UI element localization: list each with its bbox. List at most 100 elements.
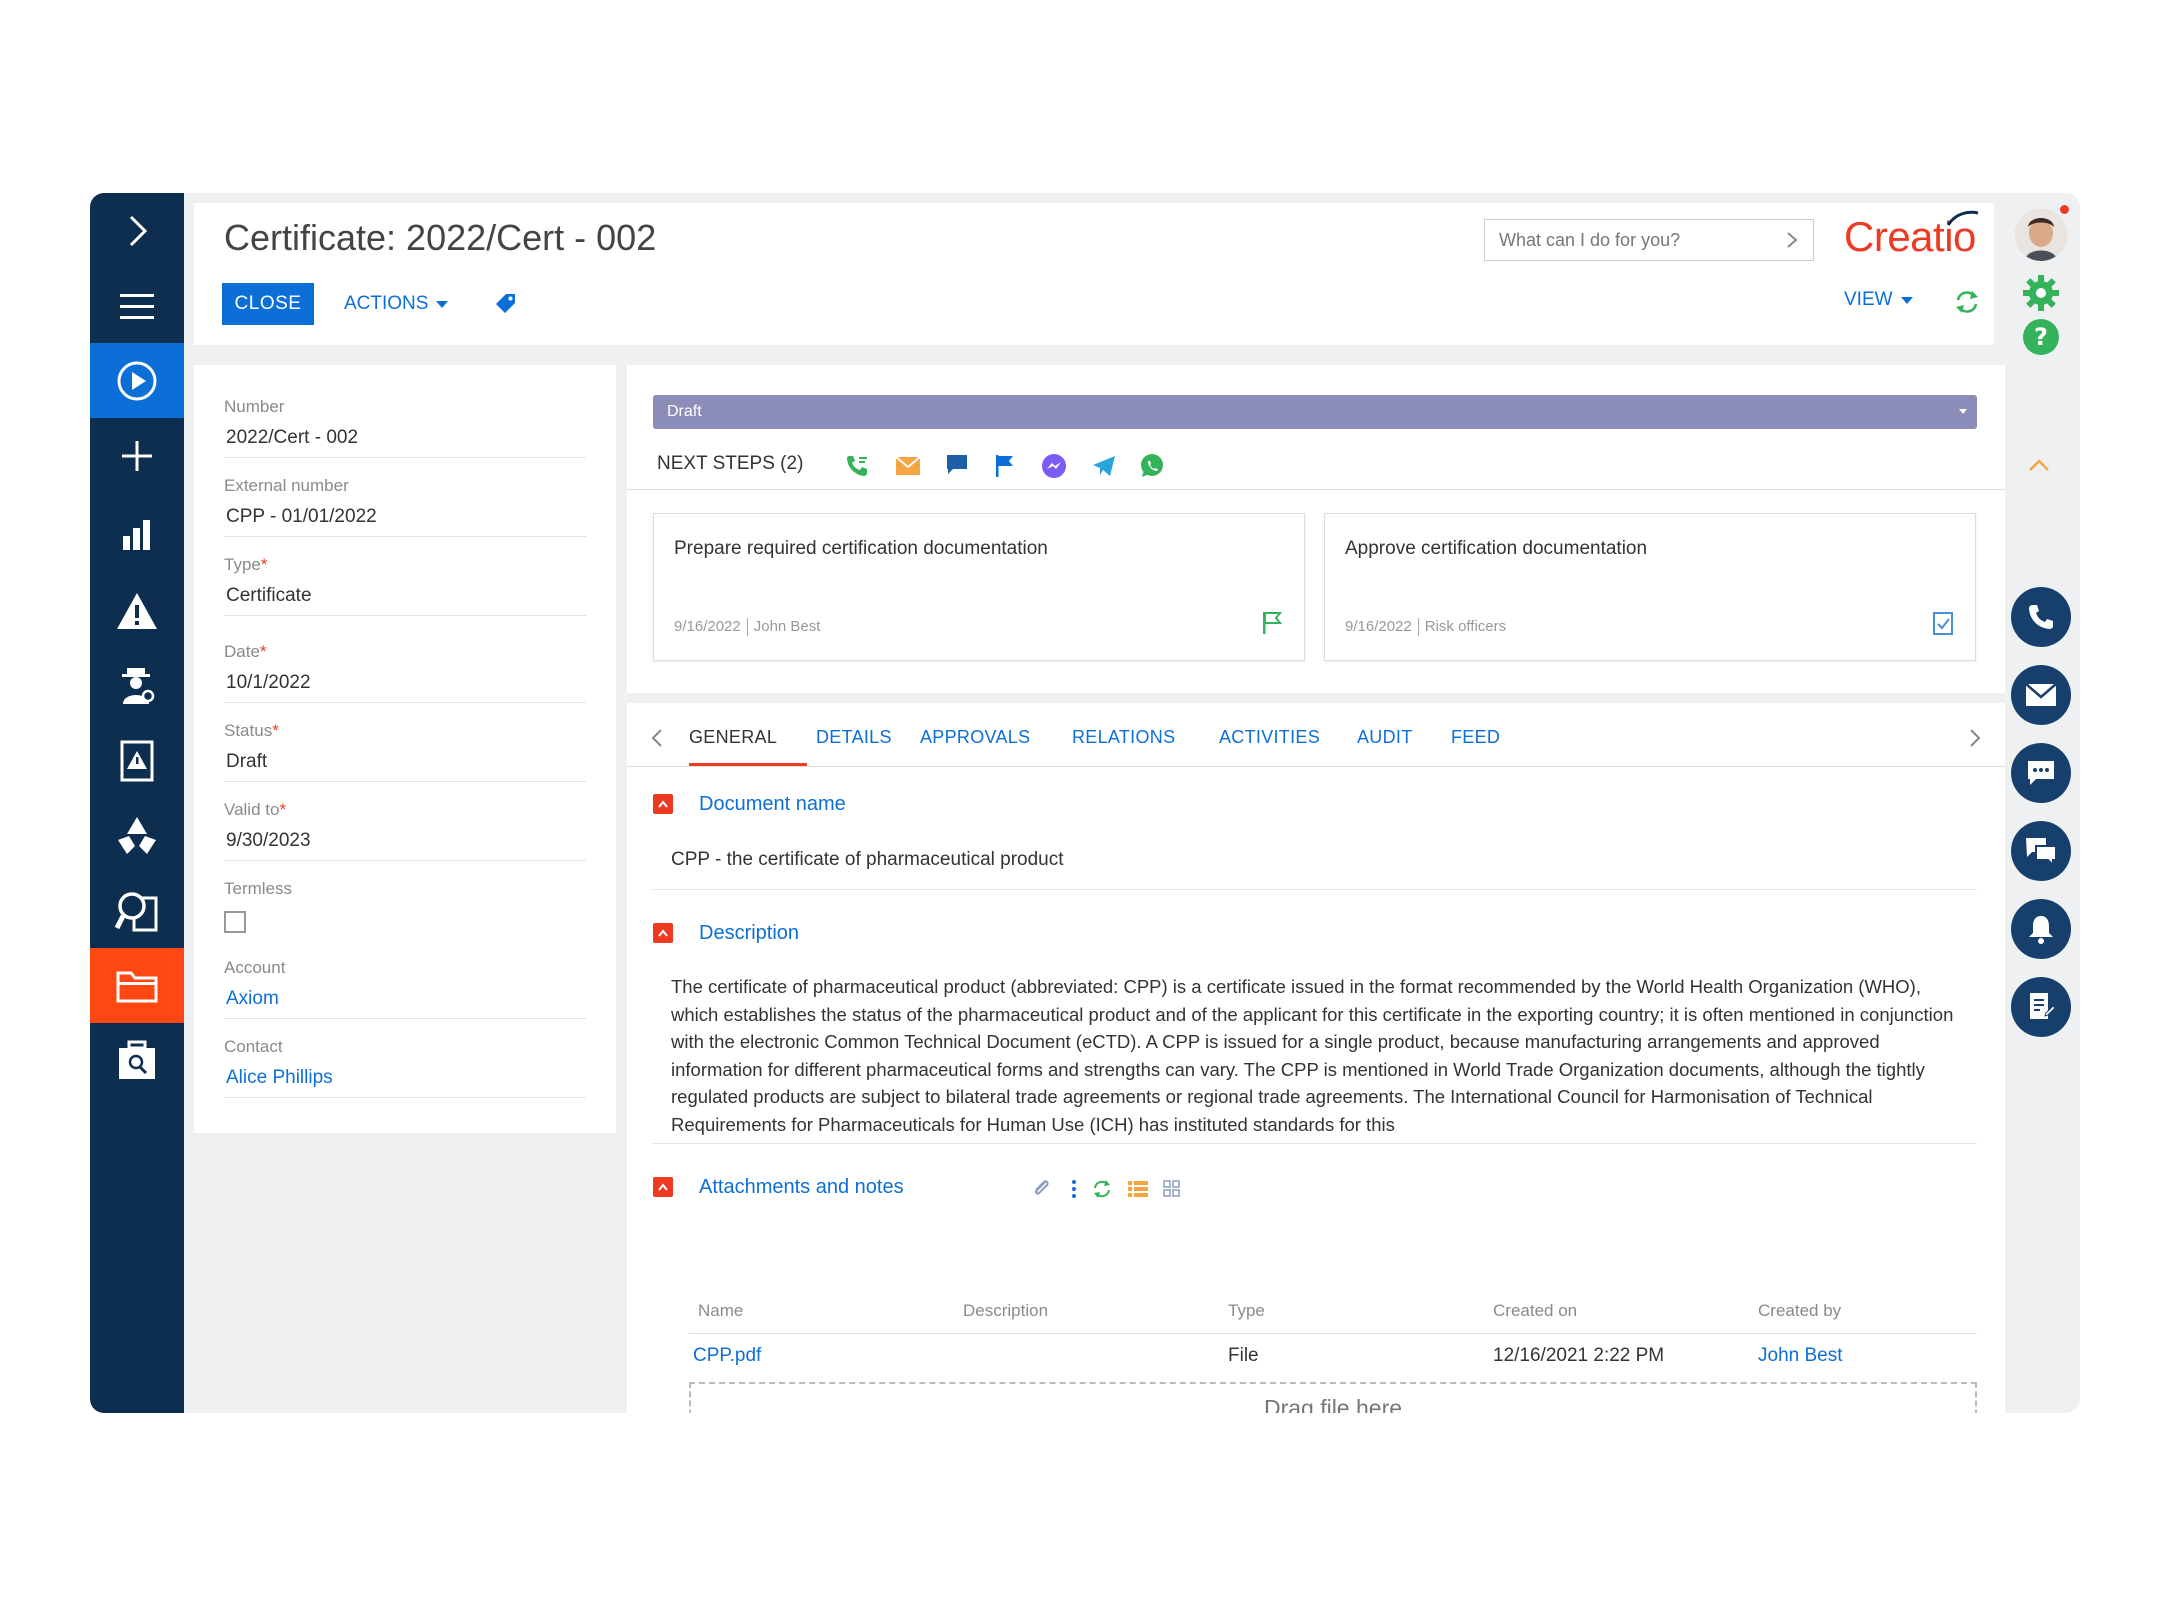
collapse-toggle[interactable] [653,923,673,943]
termless-label: Termless [224,879,293,898]
contact-field: Contact Alice Phillips [224,1037,586,1098]
nav-documents-button[interactable] [90,948,184,1023]
actions-label: ACTIONS [344,293,429,314]
external-number-input[interactable]: CPP - 01/01/2022 [224,506,586,537]
notifications-button[interactable] [2011,899,2071,959]
status-field: Status* Draft [224,721,586,782]
tabs-panel: GENERAL DETAILS APPROVALS RELATIONS ACTI… [627,703,2005,1413]
user-photo-icon [2015,209,2067,261]
status-select[interactable]: Draft [224,751,586,782]
chat-button[interactable] [2011,743,2071,803]
collapse-toggle[interactable] [653,1177,673,1197]
account-link[interactable]: Axiom [224,988,586,1019]
command-line-input[interactable]: What can I do for you? [1484,219,1814,261]
flag-icon[interactable] [1260,610,1284,636]
email-button[interactable] [2011,665,2071,725]
tab-feed[interactable]: FEED [1451,727,1500,748]
logo-swoosh-icon [1946,210,1979,226]
email-icon[interactable] [895,456,921,476]
document-edit-icon [2030,993,2056,1019]
nav-risks-button[interactable] [90,573,184,648]
tab-details[interactable]: DETAILS [816,727,892,748]
stage-selector[interactable]: Draft [653,395,1977,429]
tab-relations[interactable]: RELATIONS [1072,727,1175,748]
feed-button[interactable] [2011,821,2071,881]
close-button[interactable]: CLOSE [222,283,314,325]
call-button[interactable] [2011,587,2071,647]
nav-compliance-button[interactable] [90,1023,184,1098]
hamburger-icon [120,293,154,319]
refresh-icon[interactable] [1952,287,1982,317]
nav-controls-button[interactable] [90,798,184,873]
document-name-title: Document name [699,793,846,815]
next-step-card[interactable]: Approve certification documentation 9/16… [1324,513,1976,661]
approval-icon[interactable] [1931,610,1955,636]
column-header-description[interactable]: Description [963,1301,1048,1321]
page-title: Certificate: 2022/Cert - 002 [224,217,657,258]
description-title: Description [699,922,800,944]
chevron-left-icon[interactable] [649,727,665,749]
contact-link[interactable]: Alice Phillips [224,1067,586,1098]
date-input[interactable]: 10/1/2022 [224,672,586,703]
nav-incidents-button[interactable] [90,723,184,798]
type-select[interactable]: Certificate [224,585,586,616]
column-header-name[interactable]: Name [698,1301,743,1321]
list-view-icon[interactable] [1127,1179,1149,1199]
view-button[interactable]: VIEW [1844,289,1913,311]
next-step-meta: 9/16/2022 Risk officers [1345,618,1507,637]
tab-audit[interactable]: AUDIT [1357,727,1413,748]
date-label: Date* [224,642,267,661]
next-step-card[interactable]: Prepare required certification documenta… [653,513,1305,661]
status-label: Status* [224,721,279,740]
tab-general[interactable]: GENERAL [689,727,777,748]
attachment-created-by-link[interactable]: John Best [1758,1345,1843,1367]
tab-activities[interactable]: ACTIVITIES [1219,727,1320,748]
attachment-type: File [1228,1345,1259,1366]
description-text[interactable]: The certificate of pharmaceutical produc… [671,973,1971,1139]
telegram-icon[interactable] [1091,453,1117,479]
column-header-created-on[interactable]: Created on [1493,1301,1577,1321]
tasks-button[interactable] [2011,977,2071,1037]
tab-approvals[interactable]: APPROVALS [920,727,1030,748]
chevron-right-icon[interactable] [1967,727,1983,749]
messenger-icon[interactable] [1041,453,1067,479]
column-header-type[interactable]: Type [1228,1301,1265,1321]
attachment-name-link[interactable]: CPP.pdf [693,1345,761,1367]
date-field: Date* 10/1/2022 [224,642,586,703]
valid-to-input[interactable]: 9/30/2023 [224,830,586,861]
help-icon[interactable]: ? [2021,317,2061,357]
collapse-toggle[interactable] [653,794,673,814]
column-header-created-by[interactable]: Created by [1758,1301,1841,1321]
flag-icon[interactable] [993,453,1017,479]
number-input[interactable]: 2022/Cert - 002 [224,427,586,458]
tile-view-icon[interactable] [1163,1180,1181,1198]
termless-checkbox[interactable] [224,911,246,933]
settings-gear-icon[interactable] [2021,273,2061,313]
attachment-created-on: 12/16/2021 2:22 PM [1493,1345,1665,1366]
number-field: Number 2022/Cert - 002 [224,397,586,458]
tag-icon[interactable] [494,291,518,315]
nav-investigations-button[interactable] [90,648,184,723]
tab-bar: GENERAL DETAILS APPROVALS RELATIONS ACTI… [627,703,2005,767]
menu-button[interactable] [90,268,184,343]
document-warning-icon [120,740,154,781]
nav-add-button[interactable] [90,418,184,493]
expand-nav-button[interactable] [90,193,184,268]
nav-process-button[interactable] [90,343,184,418]
actions-button[interactable]: ACTIONS [344,283,449,325]
nav-audit-button[interactable] [90,873,184,948]
refresh-icon[interactable] [1091,1178,1113,1200]
file-dropzone[interactable]: Drag file here [689,1382,1977,1413]
more-vertical-icon[interactable] [1069,1178,1079,1200]
chevron-up-icon[interactable] [2027,457,2051,473]
chat-icon[interactable] [945,453,969,477]
stage-label: Draft [667,403,702,420]
paperclip-icon[interactable] [1031,1178,1053,1200]
user-avatar[interactable] [2015,209,2067,261]
call-log-icon[interactable] [845,453,871,479]
whatsapp-icon[interactable] [1139,453,1165,479]
chevron-up-icon [658,800,668,808]
nav-dashboards-button[interactable] [90,496,184,571]
document-name-value[interactable]: CPP - the certificate of pharmaceutical … [671,849,1064,871]
right-rail: ? [2005,193,2080,1413]
